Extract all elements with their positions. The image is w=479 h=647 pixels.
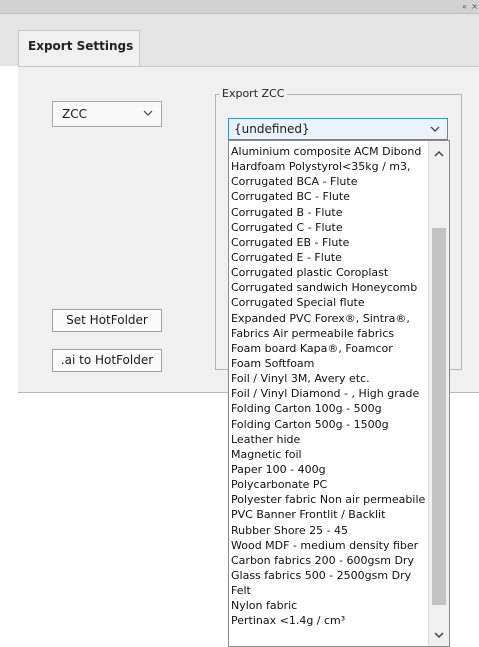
material-option[interactable]: Rubber Shore 25 - 45 (231, 523, 427, 538)
format-select-value: ZCC (62, 107, 87, 121)
material-option[interactable]: Corrugated Special flute (231, 295, 427, 310)
material-option[interactable]: Corrugated EB - Flute (231, 235, 427, 250)
material-combo[interactable]: {undefined} (228, 118, 448, 140)
material-option[interactable]: Corrugated BC - Flute (231, 189, 427, 204)
dropdown-scrollbar[interactable] (428, 141, 449, 646)
ai-to-hotfolder-button[interactable]: .ai to HotFolder (52, 349, 162, 372)
panel-header-bar: « × (0, 0, 479, 14)
material-option[interactable]: Nylon fabric (231, 598, 427, 613)
material-option[interactable]: Polyester fabric Non air permeabile (231, 492, 427, 507)
material-option[interactable]: Expanded PVC Forex®, Sintra®, (231, 311, 427, 326)
material-option[interactable]: Corrugated C - Flute (231, 220, 427, 235)
material-option[interactable]: Pertinax <1.4g / cm³ (231, 613, 427, 628)
material-option[interactable]: Leather hide (231, 432, 427, 447)
material-option[interactable]: Foam board Kapa®, Foamcor (231, 341, 427, 356)
material-option[interactable]: Polycarbonate PC (231, 477, 427, 492)
scroll-up-arrow-icon[interactable] (433, 149, 445, 159)
material-option[interactable]: Glass fabrics 500 - 2500gsm Dry (231, 568, 427, 583)
chevron-down-icon (143, 110, 153, 116)
material-combo-value: {undefined} (234, 122, 310, 136)
material-option[interactable]: Hardfoam Polystyrol<35kg / m3, (231, 159, 427, 174)
material-option[interactable]: Foil / Vinyl Diamond - , High grade (231, 386, 427, 401)
material-dropdown-list: Aluminium composite ACM Dibond Hardfoam P… (228, 140, 450, 647)
scrollbar-thumb[interactable] (432, 228, 446, 605)
set-hotfolder-button[interactable]: Set HotFolder (52, 309, 162, 332)
material-option[interactable]: Folding Carton 100g - 500g (231, 401, 427, 416)
material-option[interactable]: Paper 100 - 400g (231, 462, 427, 477)
material-option[interactable]: Foil / Vinyl 3M, Avery etc. (231, 371, 427, 386)
tab-export-settings[interactable]: Export Settings (18, 30, 140, 66)
material-option[interactable]: Corrugated B - Flute (231, 205, 427, 220)
material-option[interactable]: Wood MDF - medium density fiber (231, 538, 427, 553)
scroll-down-arrow-icon[interactable] (433, 630, 445, 640)
panel-controls[interactable]: « × (462, 0, 479, 13)
material-option[interactable]: Corrugated E - Flute (231, 250, 427, 265)
material-option[interactable]: Corrugated plastic Coroplast (231, 265, 427, 280)
material-option[interactable]: Felt (231, 583, 427, 598)
material-option[interactable]: Fabrics Air permeabile fabrics (231, 326, 427, 341)
export-zcc-group-title: Export ZCC (219, 87, 288, 101)
material-option[interactable]: Corrugated BCA - Flute (231, 174, 427, 189)
material-options: Aluminium composite ACM Dibond Hardfoam P… (231, 144, 427, 629)
material-option[interactable]: PVC Banner Frontlit / Backlit (231, 507, 427, 522)
material-option[interactable]: Magnetic foil (231, 447, 427, 462)
material-option[interactable]: Foam Softfoam (231, 356, 427, 371)
material-option[interactable]: Carbon fabrics 200 - 600gsm Dry (231, 553, 427, 568)
material-option[interactable]: Folding Carton 500g - 1500g (231, 417, 427, 432)
material-option[interactable]: Aluminium composite ACM Dibond (231, 144, 427, 159)
material-option[interactable]: Corrugated sandwich Honeycomb (231, 280, 427, 295)
format-select[interactable]: ZCC (52, 101, 162, 127)
chevron-down-icon (430, 126, 440, 132)
